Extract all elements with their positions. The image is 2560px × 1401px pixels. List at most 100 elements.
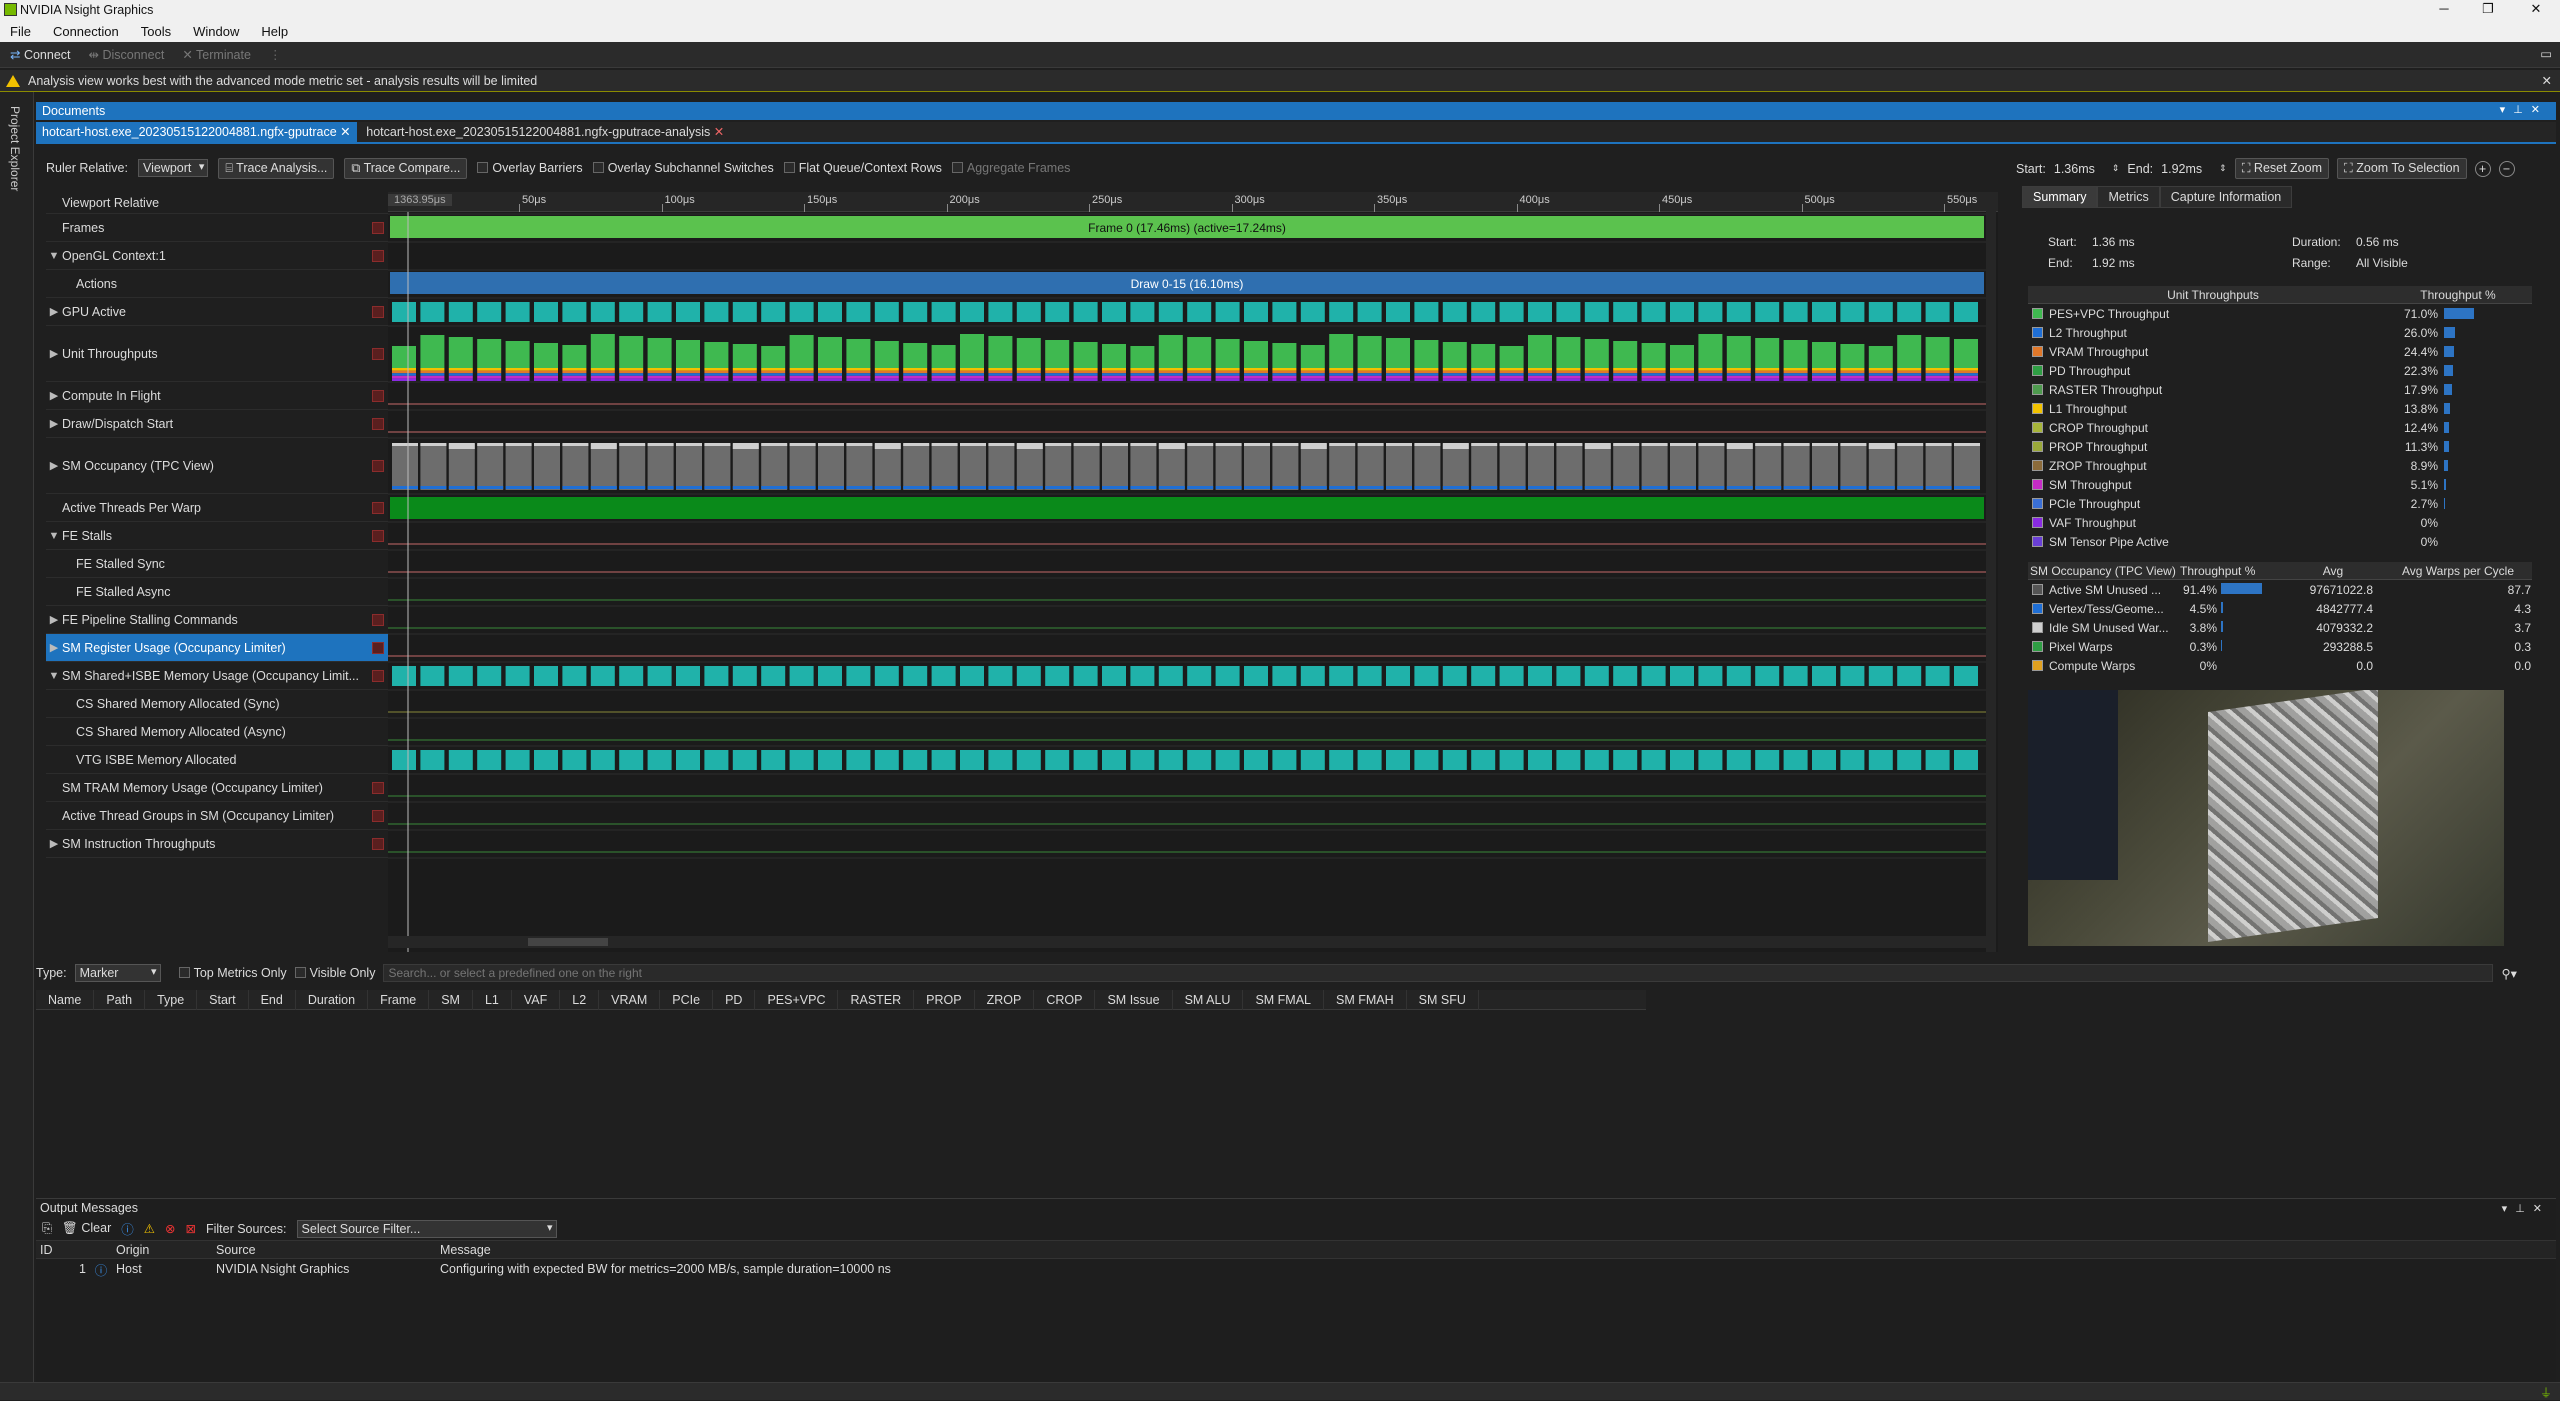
remove-track-icon[interactable] — [372, 502, 384, 514]
grid-column-header[interactable]: SM FMAL — [1243, 990, 1324, 1010]
expand-arrow-icon[interactable]: ▶ — [46, 417, 62, 430]
trace-analysis-button[interactable]: ⌸ Trace Analysis... — [218, 158, 334, 179]
start-input[interactable]: 1.36ms — [2054, 162, 2104, 176]
occ-header-warps[interactable]: Avg Warps per Cycle — [2388, 564, 2528, 578]
table-row[interactable]: Idle SM Unused War...3.8%4079332.23.7 — [2028, 618, 2532, 637]
grid-column-header[interactable]: ZROP — [975, 990, 1035, 1010]
grid-column-header[interactable]: PROP — [914, 990, 974, 1010]
table-row[interactable]: PD Throughput22.3% — [2028, 361, 2532, 380]
track-row[interactable]: ▶SM Occupancy (TPC View) — [46, 438, 390, 494]
visible-only-checkbox[interactable] — [295, 967, 306, 978]
table-row[interactable]: PES+VPC Throughput71.0% — [2028, 304, 2532, 323]
expand-arrow-icon[interactable]: ▶ — [46, 641, 62, 654]
connect-button[interactable]: ⇄ Connect — [10, 47, 71, 62]
zoom-to-selection-button[interactable]: ⛶ Zoom To Selection — [2337, 158, 2467, 179]
table-row[interactable]: L2 Throughput26.0% — [2028, 323, 2532, 342]
close-tab-icon[interactable]: ✕ — [340, 125, 350, 139]
search-input[interactable] — [383, 964, 2493, 982]
table-row[interactable]: CROP Throughput12.4% — [2028, 418, 2532, 437]
close-window-button[interactable]: ✕ — [2516, 1, 2556, 19]
trace-compare-button[interactable]: ⧉ Trace Compare... — [344, 158, 467, 179]
error-filter-icon[interactable]: ⊗ — [165, 1221, 175, 1236]
grid-column-header[interactable]: L2 — [560, 990, 599, 1010]
output-row[interactable]: 1 ⓘ Host NVIDIA Nsight Graphics Configur… — [36, 1259, 2556, 1279]
expand-arrow-icon[interactable]: ▶ — [46, 613, 62, 626]
aggregate-frames-toggle[interactable]: Aggregate Frames — [952, 161, 1071, 175]
col-source[interactable]: Source — [216, 1243, 440, 1257]
zoom-out-icon[interactable]: − — [2499, 161, 2515, 177]
disconnect-button[interactable]: ⇹ Disconnect — [89, 47, 165, 62]
grid-column-header[interactable]: SM — [429, 990, 473, 1010]
expand-arrow-icon[interactable]: ▶ — [46, 459, 62, 472]
track-row[interactable]: ▶Unit Throughputs — [46, 326, 390, 382]
remove-track-icon[interactable] — [372, 418, 384, 430]
remove-track-icon[interactable] — [372, 838, 384, 850]
checkbox[interactable] — [477, 162, 488, 173]
end-input[interactable]: 1.92ms — [2161, 162, 2211, 176]
grid-column-header[interactable]: End — [249, 990, 296, 1010]
col-id[interactable]: ID — [36, 1243, 116, 1257]
frame-screenshot[interactable] — [2028, 690, 2504, 946]
track-row[interactable]: VTG ISBE Memory Allocated — [46, 746, 390, 774]
zoom-in-icon[interactable]: + — [2475, 161, 2491, 177]
close-warning-icon[interactable]: ✕ — [2542, 73, 2552, 88]
pct-header[interactable]: Throughput % — [2398, 288, 2518, 302]
table-row[interactable]: L1 Throughput13.8% — [2028, 399, 2532, 418]
track-row[interactable]: Viewport Relative — [46, 192, 390, 214]
table-row[interactable]: Active SM Unused ...91.4%97671022.887.7 — [2028, 580, 2532, 599]
type-select[interactable]: Marker — [75, 964, 161, 982]
fatal-filter-icon[interactable]: ⊠ — [185, 1221, 195, 1236]
doc-tab-gputrace[interactable]: hotcart-host.exe_20230515122004881.ngfx-… — [36, 122, 357, 142]
grid-column-header[interactable]: PCIe — [660, 990, 713, 1010]
table-row[interactable]: VAF Throughput0% — [2028, 513, 2532, 532]
grid-column-header[interactable]: PES+VPC — [755, 990, 838, 1010]
table-row[interactable]: PROP Throughput11.3% — [2028, 437, 2532, 456]
expand-arrow-icon[interactable]: ▼ — [46, 250, 62, 262]
maximize-button[interactable]: ❐ — [2468, 1, 2508, 19]
end-spinner-icon[interactable]: ⇕ — [2219, 163, 2227, 174]
grid-column-header[interactable]: PD — [713, 990, 755, 1010]
tab-metrics[interactable]: Metrics — [2097, 186, 2159, 208]
checkbox[interactable] — [784, 162, 795, 173]
table-row[interactable]: SM Throughput5.1% — [2028, 475, 2532, 494]
info-filter-icon[interactable]: ⓘ — [121, 1219, 134, 1238]
grid-column-header[interactable]: Name — [36, 990, 94, 1010]
start-spinner-icon[interactable]: ⇕ — [2112, 163, 2120, 174]
remove-track-icon[interactable] — [372, 306, 384, 318]
timeline-view[interactable]: 1363.95μs 50μs100μs150μs200μs250μs300μs3… — [388, 192, 1998, 952]
track-row[interactable]: ▶FE Pipeline Stalling Commands — [46, 606, 390, 634]
remove-track-icon[interactable] — [372, 670, 384, 682]
table-row[interactable]: VRAM Throughput24.4% — [2028, 342, 2532, 361]
checkbox[interactable] — [952, 162, 963, 173]
grid-column-header[interactable]: SM FMAH — [1324, 990, 1407, 1010]
clear-button[interactable]: 🗑 Clear — [62, 1221, 111, 1236]
track-row[interactable]: ▶SM Register Usage (Occupancy Limiter) — [46, 634, 390, 662]
expand-arrow-icon[interactable]: ▶ — [46, 837, 62, 850]
grid-column-header[interactable]: SM ALU — [1173, 990, 1244, 1010]
filter-sources-select[interactable]: Select Source Filter... — [297, 1220, 557, 1238]
remove-track-icon[interactable] — [372, 460, 384, 472]
tab-summary[interactable]: Summary — [2022, 186, 2097, 208]
menu-window[interactable]: Window — [193, 24, 239, 39]
expand-arrow-icon[interactable]: ▶ — [46, 347, 62, 360]
grid-column-header[interactable]: VRAM — [599, 990, 660, 1010]
remove-track-icon[interactable] — [372, 390, 384, 402]
col-message[interactable]: Message — [440, 1243, 491, 1257]
table-row[interactable]: Compute Warps0%0.00.0 — [2028, 656, 2532, 675]
grid-column-header[interactable]: SM Issue — [1095, 990, 1172, 1010]
grid-column-header[interactable]: RASTER — [838, 990, 914, 1010]
reset-zoom-button[interactable]: ⛶ Reset Zoom — [2235, 158, 2329, 179]
grid-column-header[interactable]: CROP — [1034, 990, 1095, 1010]
track-row[interactable]: CS Shared Memory Allocated (Sync) — [46, 690, 390, 718]
track-row[interactable]: SM TRAM Memory Usage (Occupancy Limiter) — [46, 774, 390, 802]
remove-track-icon[interactable] — [372, 530, 384, 542]
track-row[interactable]: FE Stalled Async — [46, 578, 390, 606]
track-row[interactable]: ▼OpenGL Context:1 — [46, 242, 390, 270]
menu-connection[interactable]: Connection — [53, 24, 119, 39]
col-origin[interactable]: Origin — [116, 1243, 216, 1257]
ruler-relative-select[interactable]: Viewport — [138, 159, 208, 177]
grid-column-header[interactable]: VAF — [512, 990, 560, 1010]
table-row[interactable]: Pixel Warps0.3%293288.50.3 — [2028, 637, 2532, 656]
project-explorer-sidebar[interactable]: Project Explorer — [0, 92, 34, 1382]
track-row[interactable]: ▶Draw/Dispatch Start — [46, 410, 390, 438]
